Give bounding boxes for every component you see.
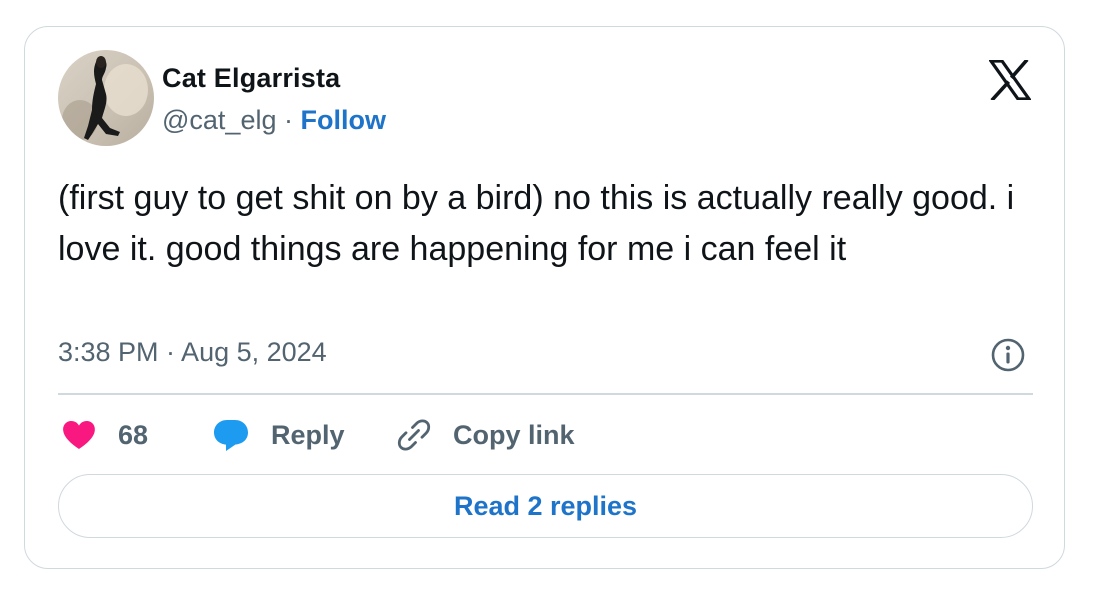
heart-icon xyxy=(62,420,96,450)
like-count: 68 xyxy=(118,419,149,450)
display-name[interactable]: Cat Elgarrista xyxy=(162,63,340,94)
x-logo-icon[interactable] xyxy=(987,58,1033,102)
handle-row: @cat_elg · Follow xyxy=(162,105,386,136)
timestamp[interactable]: 3:38 PM · Aug 5, 2024 xyxy=(58,337,327,368)
separator: · xyxy=(276,105,301,135)
copy-link-button[interactable]: Copy link xyxy=(397,415,575,455)
link-icon xyxy=(397,418,431,452)
divider xyxy=(58,393,1033,395)
info-icon[interactable] xyxy=(990,337,1026,373)
tweet-embed-card: Cat Elgarrista @cat_elg · Follow (first … xyxy=(24,26,1065,569)
follow-button[interactable]: Follow xyxy=(300,105,385,135)
handle[interactable]: @cat_elg xyxy=(162,105,276,135)
avatar[interactable] xyxy=(58,50,154,146)
reply-label: Reply xyxy=(271,419,345,450)
speech-bubble-icon xyxy=(213,418,249,452)
tweet-text: (first guy to get shit on by a bird) no … xyxy=(58,179,1015,268)
reply-button[interactable]: Reply xyxy=(213,415,345,455)
like-button[interactable]: 68 xyxy=(62,415,148,455)
copy-link-label: Copy link xyxy=(453,419,575,450)
read-replies-button[interactable]: Read 2 replies xyxy=(58,474,1033,538)
